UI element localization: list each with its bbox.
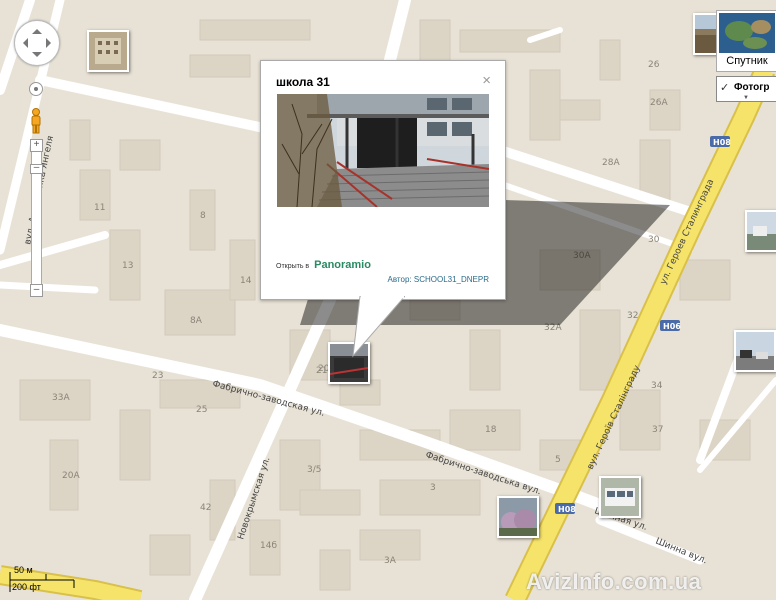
building-number: 28А	[602, 158, 620, 168]
chevron-down-icon: ▼	[743, 95, 749, 101]
building-number: 23	[152, 371, 163, 381]
open-prefix: Открыть в	[276, 263, 310, 270]
satellite-thumbnail	[719, 13, 775, 53]
zoom-in-button[interactable]: +	[30, 139, 43, 152]
building-number: 33А	[52, 393, 70, 403]
building-number: 5	[555, 455, 561, 465]
building-number: 42	[200, 503, 211, 513]
dot-icon	[34, 87, 38, 91]
building-number: 14	[240, 276, 252, 286]
building-number: 25	[196, 405, 207, 415]
photo-marker[interactable]	[745, 210, 776, 252]
info-window-title: школа 31	[276, 75, 330, 89]
building-number: 14б	[260, 541, 277, 551]
pan-right-icon[interactable]	[46, 38, 56, 48]
photo-author: Автор: SCHOOL31_DNEPR	[388, 275, 489, 284]
zoom-out-button[interactable]: –	[30, 284, 43, 297]
building-number: 8	[200, 211, 206, 221]
pan-left-icon[interactable]	[18, 38, 28, 48]
pan-control[interactable]	[14, 20, 60, 66]
scale-imperial: 200 фт	[12, 582, 41, 592]
photos-layer-menu[interactable]: ✓ Фотогр ▼	[716, 76, 776, 102]
satellite-label: Спутник	[726, 55, 768, 67]
building-number: 26	[648, 60, 660, 70]
building-number: 20А	[62, 471, 80, 481]
pan-down-icon[interactable]	[32, 52, 42, 62]
building-number: 13	[122, 261, 133, 271]
author-prefix: Автор:	[387, 275, 412, 284]
open-in-panoramio-link[interactable]: Открыть в Panoramio	[276, 259, 371, 271]
route-badge: Н08	[713, 138, 731, 147]
building-number: 37	[652, 425, 663, 435]
photo-marker[interactable]	[497, 496, 539, 538]
pan-up-icon[interactable]	[32, 24, 42, 34]
info-window-tail	[352, 296, 405, 358]
building-number: 3	[430, 483, 436, 493]
watermark: AvizInfo.com.ua	[526, 569, 702, 594]
reset-view-button[interactable]	[29, 82, 43, 96]
satellite-map-type-button[interactable]: Спутник	[716, 10, 776, 72]
scale-bar: 50 м 200 фт	[6, 565, 86, 598]
building-number: 8А	[190, 316, 203, 326]
author-link[interactable]: SCHOOL31_DNEPR	[414, 275, 489, 284]
photo-marker[interactable]	[87, 30, 129, 72]
building-number: 26А	[650, 98, 668, 108]
building-number: 3А	[384, 556, 397, 566]
photo-marker[interactable]	[734, 330, 776, 372]
popup-photo[interactable]	[277, 94, 489, 207]
route-badge: Н08	[558, 505, 576, 514]
building-number: 3/5	[307, 465, 321, 475]
zoom-slider-handle[interactable]: –	[30, 163, 43, 174]
panoramio-logo: Panoramio	[314, 259, 371, 271]
close-icon[interactable]: ×	[482, 72, 491, 89]
photo-marker[interactable]	[599, 476, 641, 518]
building-number: 11	[94, 203, 105, 213]
photos-layer-label: Фотогр	[734, 82, 770, 93]
check-icon: ✓	[720, 82, 730, 94]
building-number: 34	[651, 381, 663, 391]
info-window: школа 31 × Открыть в Panoramio Автор: SC…	[260, 60, 506, 300]
pegman-icon[interactable]	[29, 108, 43, 134]
building-number: 18	[485, 425, 497, 435]
